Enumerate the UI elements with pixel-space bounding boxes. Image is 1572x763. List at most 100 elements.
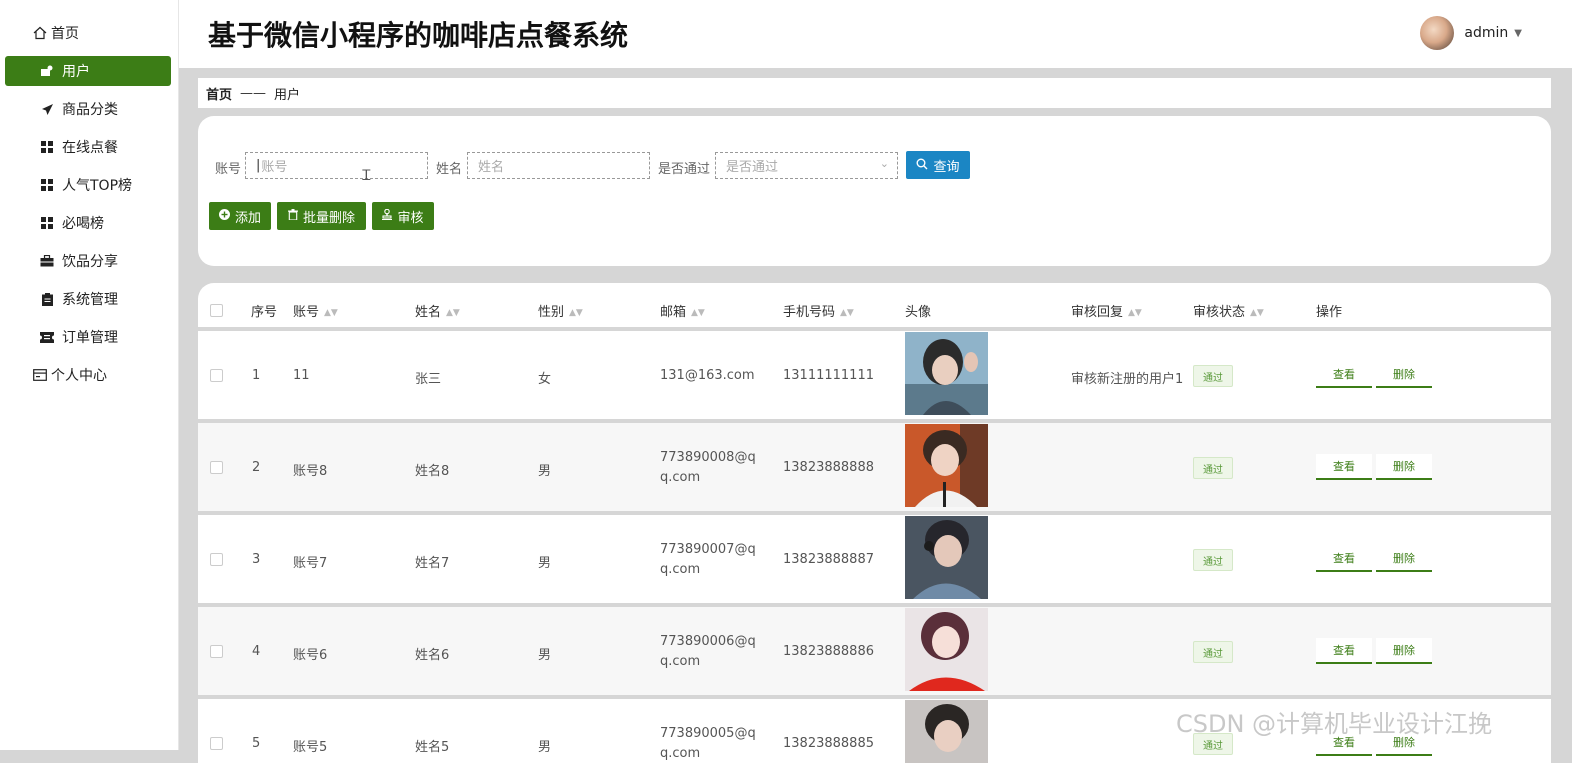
- breadcrumb-home[interactable]: 首页: [206, 84, 232, 103]
- approved-select[interactable]: 是否通过 ⌄: [715, 152, 898, 179]
- stamp-icon: [382, 208, 393, 223]
- delete-button[interactable]: 删除: [1376, 454, 1432, 480]
- sort-icon[interactable]: ▲▼: [569, 308, 583, 318]
- avatar[interactable]: [1420, 16, 1455, 50]
- cell-reply: 审核新注册的用户1: [1071, 372, 1184, 387]
- user-avatar-photo[interactable]: [905, 608, 988, 691]
- row-checkbox[interactable]: [210, 369, 223, 382]
- plus-circle-icon: [218, 209, 230, 223]
- cell-account: 账号8: [293, 464, 328, 479]
- batch-delete-button[interactable]: 批量删除: [277, 202, 366, 230]
- cell-email: 773890007@qq.com: [660, 542, 756, 577]
- cell-gender: 女: [538, 372, 552, 387]
- name-label: 姓名: [436, 162, 463, 177]
- sort-icon[interactable]: ▲▼: [1250, 308, 1264, 318]
- table-row: 4 账号6 姓名6 男 773890006@qq.com 13823888886…: [198, 607, 1551, 699]
- grid-icon: [39, 177, 55, 193]
- sidebar-item-label: 饮品分享: [62, 254, 118, 270]
- user-menu[interactable]: admin ▼: [1420, 16, 1522, 50]
- view-button[interactable]: 查看: [1316, 638, 1372, 664]
- sidebar-item-drink-share[interactable]: 饮品分享: [5, 246, 171, 276]
- breadcrumb-current: 用户: [274, 87, 301, 103]
- col-actions: 操作: [1316, 305, 1343, 320]
- select-all-checkbox[interactable]: [210, 304, 223, 317]
- sidebar-item-users[interactable]: 用户: [5, 56, 171, 86]
- sidebar-item-must-drink[interactable]: 必喝榜: [5, 208, 171, 238]
- sidebar-item-label: 个人中心: [51, 368, 107, 384]
- sidebar-item-label: 首页: [51, 26, 79, 42]
- sort-icon[interactable]: ▲▼: [324, 308, 338, 318]
- sidebar-item-categories[interactable]: 商品分类: [5, 94, 171, 124]
- user-avatar-photo[interactable]: [905, 332, 988, 415]
- card-icon: [32, 367, 48, 383]
- sort-icon[interactable]: ▲▼: [446, 308, 460, 318]
- review-button-label: 审核: [397, 210, 424, 226]
- add-button-label: 添加: [234, 210, 261, 226]
- user-avatar-photo[interactable]: [905, 700, 988, 763]
- sidebar-item-top-list[interactable]: 人气TOP榜: [5, 170, 171, 200]
- name-input[interactable]: 姓名: [467, 152, 650, 179]
- col-reply-label: 审核回复: [1071, 305, 1124, 320]
- cell-gender: 男: [538, 464, 552, 479]
- status-badge: 通过: [1193, 641, 1233, 663]
- col-name[interactable]: 姓名 ▲▼: [415, 301, 460, 320]
- grid-icon: [39, 215, 55, 231]
- sidebar-item-label: 用户: [62, 64, 90, 80]
- user-avatar-photo[interactable]: [905, 424, 988, 507]
- sort-icon[interactable]: ▲▼: [840, 308, 854, 318]
- sidebar-item-system-admin[interactable]: 系统管理: [5, 284, 171, 314]
- sidebar-item-order-admin[interactable]: 订单管理: [5, 322, 171, 352]
- view-button[interactable]: 查看: [1316, 546, 1372, 572]
- sidebar-item-label: 人气TOP榜: [62, 178, 133, 194]
- cell-name: 姓名8: [415, 464, 450, 479]
- row-checkbox[interactable]: [210, 553, 223, 566]
- review-button[interactable]: 审核: [372, 202, 434, 230]
- account-input[interactable]: | 账号: [245, 152, 428, 179]
- status-badge: 通过: [1193, 365, 1233, 387]
- sidebar-item-label: 商品分类: [62, 102, 118, 118]
- cell-gender: 男: [538, 648, 552, 663]
- approved-placeholder: 是否通过: [726, 160, 779, 175]
- query-button[interactable]: 查询: [906, 151, 970, 179]
- row-checkbox[interactable]: [210, 461, 223, 474]
- app-title: 基于微信小程序的咖啡店点餐系统: [208, 19, 629, 52]
- sort-icon[interactable]: ▲▼: [1128, 308, 1142, 318]
- cell-email: 773890008@qq.com: [660, 450, 756, 485]
- col-account[interactable]: 账号 ▲▼: [293, 301, 338, 320]
- col-phone[interactable]: 手机号码 ▲▼: [783, 301, 854, 320]
- col-name-label: 姓名: [415, 305, 442, 320]
- briefcase-icon: [39, 253, 55, 269]
- cell-no: 3: [252, 552, 261, 567]
- view-button[interactable]: 查看: [1316, 454, 1372, 480]
- sidebar-item-online-order[interactable]: 在线点餐: [5, 132, 171, 162]
- row-checkbox[interactable]: [210, 645, 223, 658]
- user-avatar-photo[interactable]: [905, 516, 988, 599]
- add-button[interactable]: 添加: [209, 202, 271, 230]
- delete-button[interactable]: 删除: [1376, 638, 1432, 664]
- cell-email: 773890006@qq.com: [660, 634, 756, 669]
- cell-name: 张三: [415, 372, 442, 387]
- chevron-down-icon: ⌄: [879, 157, 889, 170]
- row-checkbox[interactable]: [210, 737, 223, 750]
- ticket-icon: [39, 329, 55, 345]
- sidebar-item-home[interactable]: 首页: [5, 18, 171, 48]
- sidebar-item-personal-center[interactable]: 个人中心: [5, 360, 171, 390]
- table-row: 1 11 张三 女 131@163.com 13111111111 审核新注册的…: [198, 331, 1551, 423]
- grid-icon: [39, 139, 55, 155]
- top-header: 基于微信小程序的咖啡店点餐系统 admin ▼: [179, 0, 1572, 68]
- cell-name: 姓名6: [415, 648, 450, 663]
- cell-phone: 13823888888: [783, 460, 874, 475]
- send-icon: [39, 101, 55, 117]
- cell-phone: 13823888887: [783, 552, 874, 567]
- col-gender[interactable]: 性别 ▲▼: [538, 301, 583, 320]
- col-reply[interactable]: 审核回复 ▲▼: [1071, 301, 1142, 320]
- sort-icon[interactable]: ▲▼: [691, 308, 705, 318]
- view-button[interactable]: 查看: [1316, 362, 1372, 388]
- query-button-label: 查询: [933, 159, 960, 175]
- name-placeholder: 姓名: [478, 160, 505, 175]
- delete-button[interactable]: 删除: [1376, 362, 1432, 388]
- col-email[interactable]: 邮箱 ▲▼: [660, 301, 705, 320]
- delete-button[interactable]: 删除: [1376, 546, 1432, 572]
- col-status[interactable]: 审核状态 ▲▼: [1193, 301, 1264, 320]
- account-label: 账号: [215, 162, 242, 177]
